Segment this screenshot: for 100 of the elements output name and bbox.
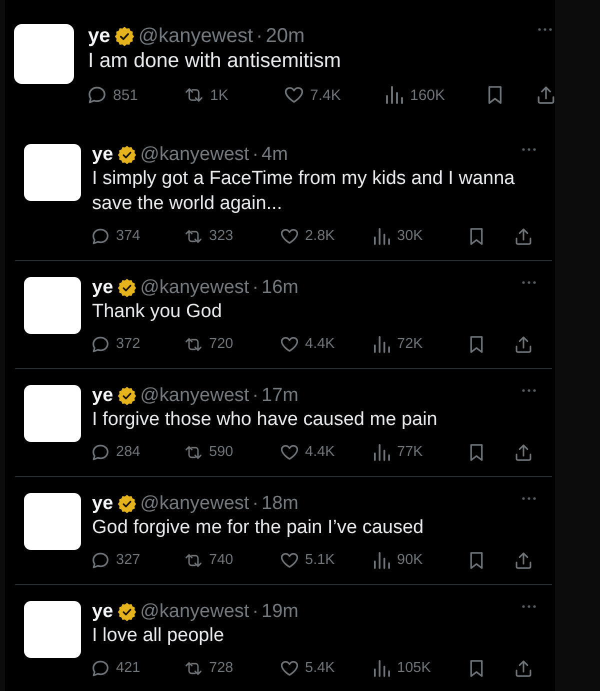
post-time[interactable]: 4m bbox=[262, 144, 288, 166]
verified-badge-icon bbox=[118, 387, 136, 405]
author-handle[interactable]: @kanyewest bbox=[140, 144, 250, 166]
reply-button[interactable]: 327 bbox=[92, 552, 140, 568]
heart-icon bbox=[281, 336, 298, 352]
post-text: Thank you God bbox=[92, 300, 223, 324]
share-icon bbox=[515, 336, 532, 352]
more-button[interactable] bbox=[522, 497, 536, 500]
like-button[interactable]: 2.8K bbox=[281, 228, 335, 244]
reply-icon bbox=[92, 336, 109, 352]
reply-button[interactable]: 851 bbox=[88, 86, 138, 104]
dot-separator: · bbox=[256, 24, 263, 48]
repost-button[interactable]: 590 bbox=[185, 444, 234, 460]
bookmark-button[interactable] bbox=[468, 228, 485, 244]
like-button[interactable]: 7.4K bbox=[285, 86, 341, 104]
like-button[interactable]: 5.4K bbox=[281, 660, 335, 676]
bookmark-icon bbox=[468, 660, 485, 676]
author-name[interactable]: ye bbox=[92, 493, 114, 515]
post-time[interactable]: 18m bbox=[262, 493, 298, 515]
more-button[interactable] bbox=[522, 281, 536, 284]
more-icon bbox=[522, 605, 536, 608]
views-button[interactable]: 90K bbox=[373, 552, 423, 568]
author-name[interactable]: ye bbox=[92, 601, 114, 623]
author-handle[interactable]: @kanyewest bbox=[140, 493, 250, 515]
author-name[interactable]: ye bbox=[92, 277, 114, 299]
dot-separator: · bbox=[252, 601, 259, 623]
share-icon bbox=[515, 660, 532, 676]
bookmark-button[interactable] bbox=[468, 336, 485, 352]
views-button[interactable]: 72K bbox=[373, 336, 423, 352]
views-button[interactable]: 105K bbox=[373, 660, 431, 676]
bookmark-button[interactable] bbox=[486, 86, 504, 104]
author-handle[interactable]: @kanyewest bbox=[140, 385, 250, 407]
more-button[interactable] bbox=[522, 148, 536, 151]
reply-icon bbox=[92, 228, 109, 244]
share-button[interactable] bbox=[515, 336, 532, 352]
views-button[interactable]: 77K bbox=[373, 444, 423, 460]
post-text: I forgive those who have caused me pain bbox=[92, 408, 438, 432]
bar-chart-icon bbox=[373, 336, 390, 352]
verified-badge-icon bbox=[118, 603, 136, 621]
share-button[interactable] bbox=[515, 444, 532, 460]
author-name[interactable]: ye bbox=[92, 385, 114, 407]
reply-icon bbox=[92, 552, 109, 568]
bookmark-button[interactable] bbox=[468, 552, 485, 568]
share-button[interactable] bbox=[515, 228, 532, 244]
heart-icon bbox=[281, 552, 298, 568]
author-handle[interactable]: @kanyewest bbox=[140, 277, 250, 299]
bookmark-button[interactable] bbox=[468, 444, 485, 460]
post-time[interactable]: 19m bbox=[262, 601, 298, 623]
repost-button[interactable]: 1K bbox=[185, 86, 228, 104]
more-button[interactable] bbox=[538, 28, 552, 31]
author-handle[interactable]: @kanyewest bbox=[138, 24, 254, 48]
more-button[interactable] bbox=[522, 389, 536, 392]
share-button[interactable] bbox=[515, 660, 532, 676]
more-icon bbox=[522, 497, 536, 500]
repost-icon bbox=[185, 444, 202, 460]
bookmark-icon bbox=[468, 228, 485, 244]
dot-separator: · bbox=[252, 277, 259, 299]
reply-button[interactable]: 372 bbox=[92, 336, 140, 352]
bar-chart-icon bbox=[373, 444, 390, 460]
verified-badge-icon bbox=[115, 26, 134, 46]
more-button[interactable] bbox=[522, 605, 536, 608]
views-button[interactable]: 30K bbox=[373, 228, 423, 244]
like-button[interactable]: 4.4K bbox=[281, 444, 335, 460]
post-time[interactable]: 20m bbox=[266, 24, 305, 48]
author-name[interactable]: ye bbox=[88, 24, 110, 48]
like-button[interactable]: 4.4K bbox=[281, 336, 335, 352]
more-icon bbox=[522, 148, 536, 151]
heart-icon bbox=[285, 86, 303, 104]
bar-chart-icon bbox=[373, 228, 390, 244]
heart-icon bbox=[281, 444, 298, 460]
verified-badge-icon bbox=[118, 146, 136, 164]
bookmark-icon bbox=[468, 336, 485, 352]
share-button[interactable] bbox=[537, 86, 555, 104]
repost-button[interactable]: 720 bbox=[185, 336, 234, 352]
bookmark-icon bbox=[468, 552, 485, 568]
post-time[interactable]: 16m bbox=[262, 277, 298, 299]
reply-button[interactable]: 421 bbox=[92, 660, 140, 676]
reply-icon bbox=[92, 444, 109, 460]
reply-icon bbox=[92, 660, 109, 676]
author-name[interactable]: ye bbox=[92, 144, 114, 166]
repost-button[interactable]: 728 bbox=[185, 660, 234, 676]
post-time[interactable]: 17m bbox=[262, 385, 298, 407]
author-handle[interactable]: @kanyewest bbox=[140, 601, 250, 623]
reply-button[interactable]: 374 bbox=[92, 228, 140, 244]
more-icon bbox=[522, 281, 536, 284]
reply-button[interactable]: 284 bbox=[92, 444, 140, 460]
post-text: I love all people bbox=[92, 624, 226, 648]
bookmark-button[interactable] bbox=[468, 660, 485, 676]
share-button[interactable] bbox=[515, 552, 532, 568]
share-icon bbox=[515, 444, 532, 460]
repost-button[interactable]: 740 bbox=[185, 552, 234, 568]
bookmark-icon bbox=[468, 444, 485, 460]
post-text: I am done with antisemitism bbox=[88, 48, 342, 74]
repost-icon bbox=[185, 660, 202, 676]
post-text: I simply got a FaceTime from my kids and I wanna save the world again... bbox=[92, 167, 516, 216]
repost-button[interactable]: 323 bbox=[185, 228, 234, 244]
views-button[interactable]: 160K bbox=[385, 86, 446, 104]
heart-icon bbox=[281, 660, 298, 676]
like-button[interactable]: 5.1K bbox=[281, 552, 335, 568]
dot-separator: · bbox=[252, 144, 259, 166]
